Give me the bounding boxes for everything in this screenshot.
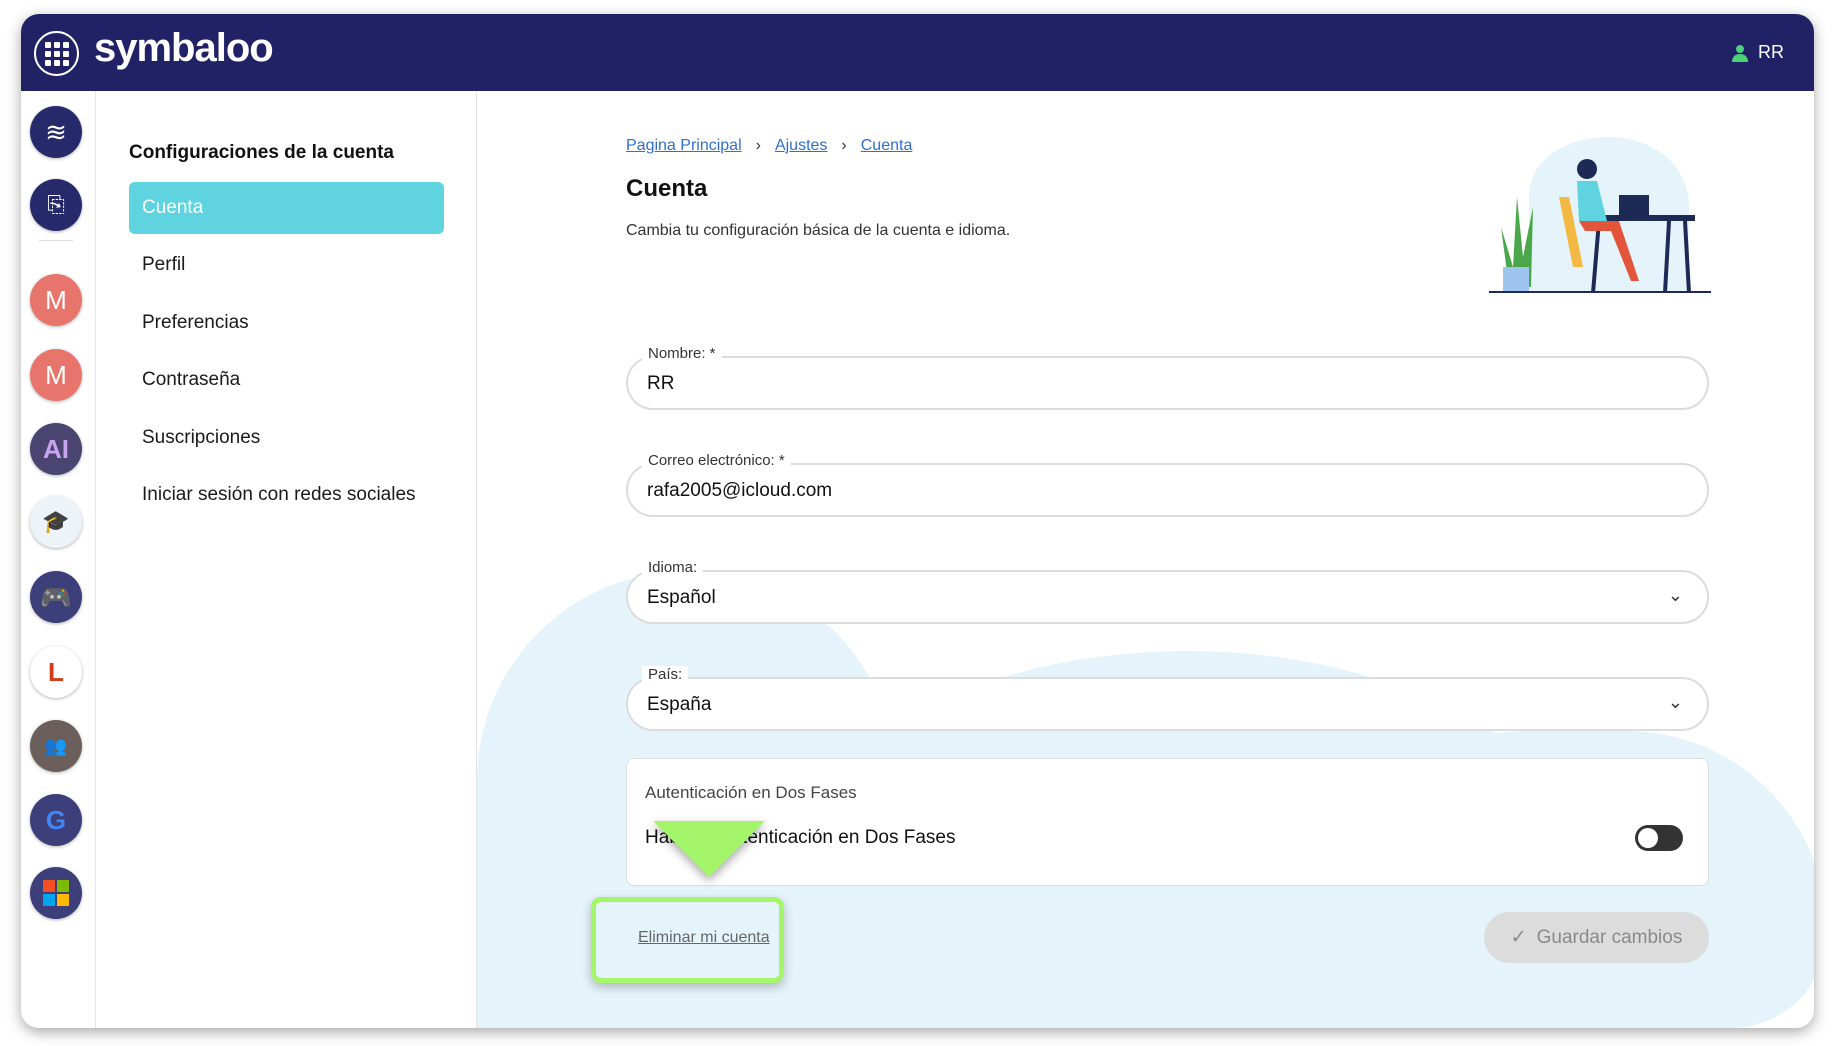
app-window: symbaloo RR ≋ ⎘ M M AI 🎓 🎮 L 👥 G Configu… bbox=[21, 14, 1814, 1028]
name-field[interactable]: Nombre: * RR bbox=[626, 345, 1709, 410]
webmix-microsoft-icon[interactable] bbox=[30, 867, 82, 919]
layers-icon[interactable]: ≋ bbox=[30, 106, 82, 158]
webmix-ai-icon[interactable]: AI bbox=[30, 423, 82, 475]
webmix-gamepad-icon[interactable]: 🎮 bbox=[30, 571, 82, 623]
sidebar-title: Configuraciones de la cuenta bbox=[129, 142, 394, 163]
language-select[interactable]: Idioma: Español ⌄ bbox=[626, 559, 1709, 624]
user-icon bbox=[1732, 44, 1748, 62]
sidebar-item-redes-sociales[interactable]: Iniciar sesión con redes sociales bbox=[129, 469, 444, 521]
check-icon: ✓ bbox=[1510, 927, 1527, 948]
country-select[interactable]: País: España ⌄ bbox=[626, 666, 1709, 731]
language-label: Idioma: bbox=[642, 559, 704, 576]
webmix-graduates-icon[interactable]: 🎓 bbox=[30, 496, 82, 548]
person-at-desk-illustration bbox=[1489, 137, 1711, 293]
breadcrumb: Pagina Principal › Ajustes › Cuenta bbox=[626, 137, 912, 155]
webmix-group-icon[interactable]: 👥 bbox=[30, 720, 82, 772]
delete-account-link[interactable]: Eliminar mi cuenta bbox=[638, 929, 770, 947]
logo[interactable]: symbaloo bbox=[94, 26, 274, 71]
apps-grid-icon[interactable] bbox=[34, 31, 79, 76]
annotation-arrow-icon bbox=[653, 821, 765, 877]
webmix-m-icon[interactable]: M bbox=[30, 274, 82, 326]
breadcrumb-ajustes[interactable]: Ajustes bbox=[775, 137, 827, 155]
main-content: Pagina Principal › Ajustes › Cuenta Cuenta… bbox=[477, 91, 1814, 1028]
two-factor-toggle[interactable] bbox=[1635, 825, 1683, 851]
user-menu[interactable]: RR bbox=[1732, 42, 1784, 63]
chevron-down-icon: ⌄ bbox=[1667, 692, 1683, 712]
two-factor-title: Autenticación en Dos Fases bbox=[645, 783, 857, 802]
name-input[interactable]: RR bbox=[647, 373, 674, 395]
chevron-right-icon: › bbox=[755, 137, 761, 154]
page-title: Cuenta bbox=[626, 175, 708, 202]
email-field[interactable]: Correo electrónico: * rafa2005@icloud.co… bbox=[626, 452, 1709, 517]
user-initials: RR bbox=[1758, 42, 1784, 62]
sidebar-item-cuenta[interactable]: Cuenta bbox=[129, 182, 444, 234]
save-button[interactable]: ✓ Guardar cambios bbox=[1484, 912, 1709, 963]
top-bar: symbaloo RR bbox=[21, 14, 1814, 91]
two-factor-panel: Autenticación en Dos Fases Habilitar Aut… bbox=[626, 758, 1709, 886]
webmix-google-icon[interactable]: G bbox=[30, 794, 82, 846]
country-label: País: bbox=[642, 666, 689, 683]
save-label: Guardar cambios bbox=[1536, 926, 1683, 948]
sidebar-item-perfil[interactable]: Perfil bbox=[129, 239, 444, 291]
breadcrumb-cuenta[interactable]: Cuenta bbox=[861, 137, 913, 155]
email-label: Correo electrónico: * bbox=[642, 452, 791, 469]
language-value: Español bbox=[647, 587, 716, 608]
breadcrumb-home[interactable]: Pagina Principal bbox=[626, 137, 742, 155]
chevron-right-icon: › bbox=[841, 137, 847, 154]
divider bbox=[39, 240, 73, 241]
chevron-down-icon: ⌄ bbox=[1667, 585, 1683, 605]
webmix-m-icon[interactable]: M bbox=[30, 349, 82, 401]
webmix-ll-icon[interactable]: L bbox=[30, 646, 82, 698]
email-input[interactable]: rafa2005@icloud.com bbox=[647, 480, 832, 502]
search-document-icon[interactable]: ⎘ bbox=[30, 179, 82, 231]
settings-sidebar: Configuraciones de la cuenta Cuenta Perf… bbox=[96, 91, 477, 1028]
name-label: Nombre: * bbox=[642, 345, 722, 362]
sidebar-item-contrasena[interactable]: Contraseña bbox=[129, 354, 444, 406]
webmix-rail: ≋ ⎘ M M AI 🎓 🎮 L 👥 G bbox=[21, 91, 96, 1028]
sidebar-item-preferencias[interactable]: Preferencias bbox=[129, 297, 444, 349]
sidebar-item-suscripciones[interactable]: Suscripciones bbox=[129, 412, 444, 464]
page-subtitle: Cambia tu configuración básica de la cue… bbox=[626, 222, 1011, 239]
country-value: España bbox=[647, 694, 712, 715]
